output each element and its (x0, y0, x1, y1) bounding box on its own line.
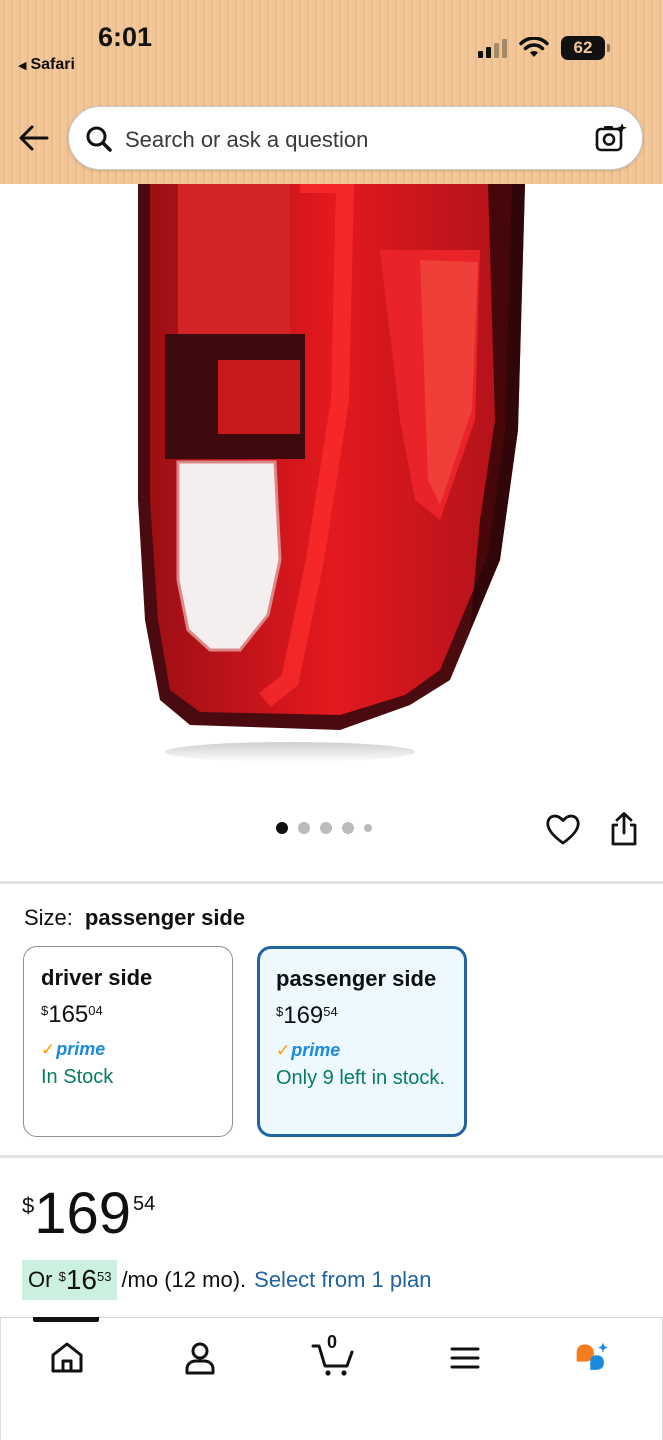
prime-check-icon: ✓ (41, 1039, 56, 1059)
active-tab-indicator (33, 1317, 99, 1322)
variant-currency: $ (276, 1004, 284, 1019)
variant-currency: $ (41, 1003, 49, 1018)
product-image[interactable] (0, 184, 663, 784)
pagination-dot[interactable] (320, 822, 332, 834)
back-to-safari[interactable]: ◀ Safari (18, 56, 75, 74)
size-selected-value: passenger side (84, 905, 246, 930)
select-plan-link[interactable]: Select from 1 plan (254, 1267, 431, 1293)
installment-offer: Or $16 53 /mo (12 mo). Select from 1 plan (22, 1260, 431, 1300)
variant-option-driver-side[interactable]: driver side $16504 ✓ prime In Stock (23, 946, 233, 1137)
section-divider (0, 1155, 663, 1158)
installment-currency: $ (58, 1268, 66, 1284)
variant-stock-status: Only 9 left in stock. (276, 1067, 445, 1089)
variant-stock-status: In Stock (41, 1066, 114, 1088)
variant-name: driver side (41, 965, 153, 990)
cart-button[interactable]: 0 (311, 1332, 355, 1378)
back-triangle-icon: ◀ (18, 59, 27, 72)
variant-name: passenger side (276, 966, 437, 991)
installment-whole: 16 (65, 1264, 97, 1295)
home-icon[interactable] (47, 1338, 87, 1378)
rufus-icon[interactable] (573, 1338, 613, 1378)
prime-label: prime (291, 1040, 341, 1060)
bottom-navigation: 0 (0, 1317, 663, 1440)
variant-option-passenger-side[interactable]: passenger side $16954 ✓ prime Only 9 left… (257, 946, 467, 1137)
back-arrow-icon[interactable] (16, 120, 52, 156)
battery-indicator: 62 (561, 36, 610, 60)
price-fraction: 54 (133, 1193, 156, 1215)
variant-price-fraction: 04 (88, 1003, 103, 1018)
status-time: 6:01 (98, 22, 153, 52)
pagination-dot[interactable] (364, 824, 372, 832)
cart-count: 0 (327, 1332, 338, 1352)
pagination-dot[interactable] (298, 822, 310, 834)
size-selector-label: Size: passenger side (24, 905, 245, 931)
variant-price: $16954 (276, 1002, 448, 1030)
search-input[interactable]: Search or ask a question (125, 127, 368, 153)
image-pagination-dots[interactable] (276, 822, 372, 834)
heart-icon[interactable] (545, 812, 581, 846)
camera-search-icon[interactable] (594, 121, 628, 155)
header: 6:01 ◀ Safari 62 Search or ask a questio… (0, 0, 663, 184)
pagination-dot[interactable] (276, 822, 288, 834)
menu-icon[interactable] (445, 1338, 485, 1378)
tail-light-image (138, 184, 525, 762)
variant-price: $16504 (41, 1001, 215, 1029)
variant-price-whole: 169 (283, 1002, 324, 1029)
share-icon[interactable] (608, 811, 640, 847)
account-icon[interactable] (180, 1338, 220, 1378)
wifi-icon (519, 37, 549, 57)
variant-price-fraction: 54 (323, 1004, 338, 1019)
search-bar[interactable]: Search or ask a question (68, 106, 643, 170)
section-divider (0, 881, 663, 884)
cellular-signal-icon (478, 38, 507, 58)
price-whole: 169 (34, 1181, 132, 1246)
prime-badge: ✓ prime (41, 1039, 215, 1060)
status-icons: 62 (478, 36, 610, 60)
back-app-label: Safari (30, 56, 75, 73)
search-icon (86, 126, 112, 152)
variant-price-whole: 165 (48, 1001, 89, 1028)
product-price: $ 169 54 (22, 1183, 155, 1245)
pagination-dot[interactable] (342, 822, 354, 834)
installment-amount: Or $16 53 (22, 1260, 118, 1300)
size-label: Size: (24, 905, 73, 930)
installment-term: /mo (12 mo). (121, 1267, 247, 1292)
prime-check-icon: ✓ (276, 1040, 291, 1060)
prime-badge: ✓ prime (276, 1040, 448, 1061)
prime-label: prime (56, 1039, 106, 1059)
price-currency: $ (22, 1193, 35, 1218)
installment-fraction: 53 (96, 1268, 112, 1284)
installment-prefix: Or (28, 1267, 53, 1292)
